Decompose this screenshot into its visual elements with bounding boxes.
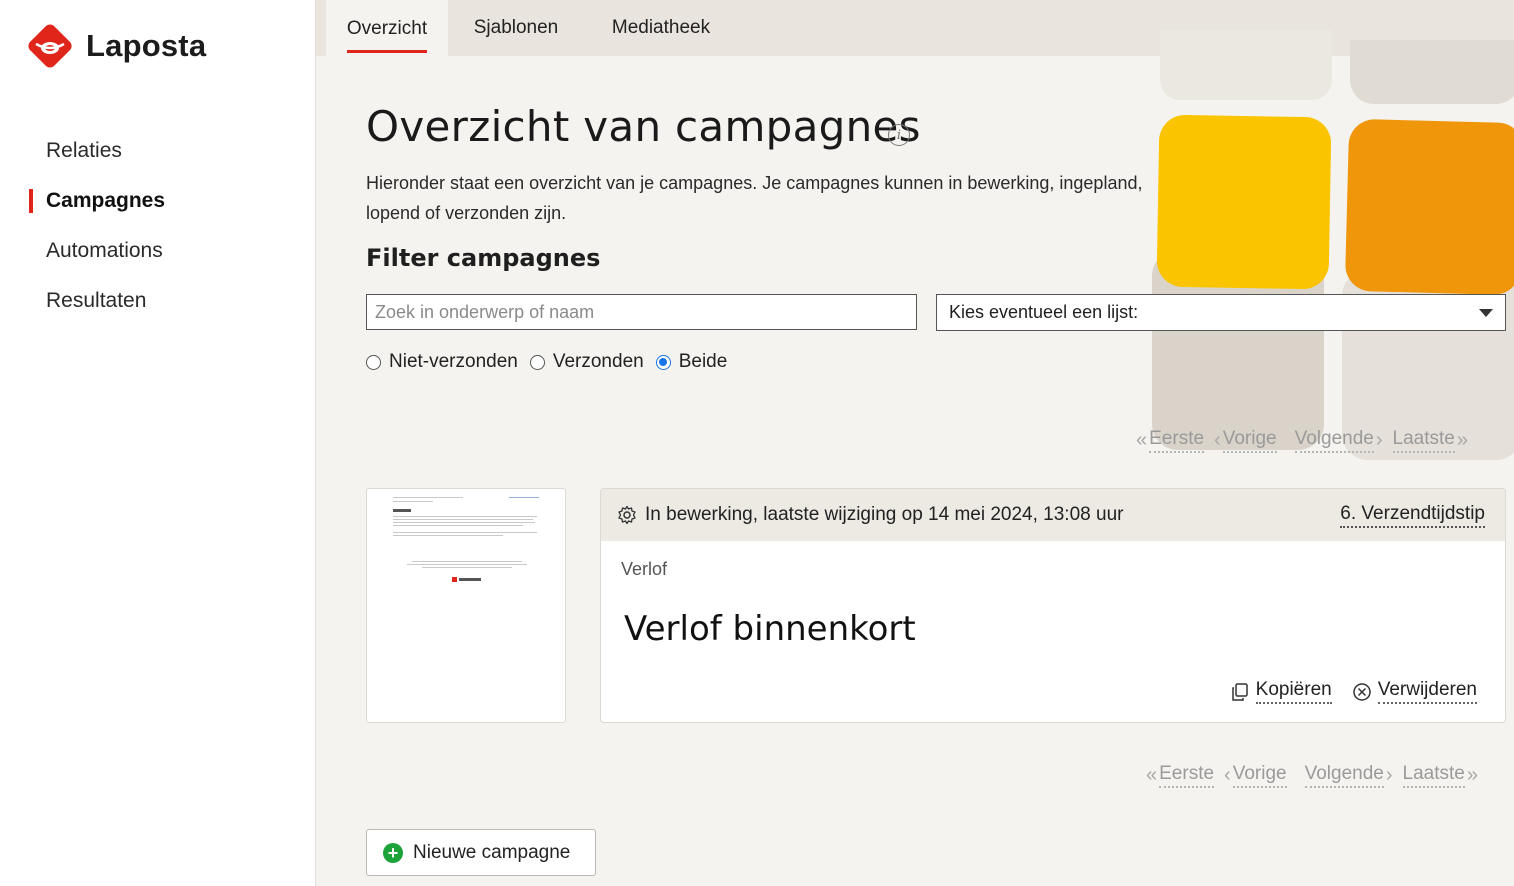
filter-title: Filter campagnes bbox=[366, 244, 601, 272]
chevron-right-icon: › bbox=[1375, 429, 1383, 451]
decor-tile-yellow bbox=[1156, 114, 1332, 290]
chevron-left-icon: ‹ bbox=[1224, 764, 1231, 786]
pager-label: Eerste bbox=[1159, 763, 1215, 788]
close-circle-icon bbox=[1352, 682, 1371, 701]
sidebar-item-relaties[interactable]: Relaties bbox=[0, 126, 316, 176]
plus-circle-icon: + bbox=[383, 842, 403, 863]
page-intro: Hieronder staat een overzicht van je cam… bbox=[366, 173, 1143, 223]
pager-label: Laatste bbox=[1392, 428, 1455, 453]
tab-sjablonen[interactable]: Sjablonen bbox=[456, 0, 576, 56]
pager-label: Volgende bbox=[1304, 763, 1384, 788]
sidebar-nav: Relaties Campagnes Automations Resultate… bbox=[0, 126, 316, 326]
campaign-card-header: In bewerking, laatste wijziging op 14 me… bbox=[601, 489, 1505, 541]
sidebar-item-campagnes[interactable]: Campagnes bbox=[0, 176, 316, 226]
step-link[interactable]: 6. Verzendtijdstip bbox=[1340, 503, 1485, 528]
pager-prev[interactable]: ‹ Vorige bbox=[1222, 763, 1287, 788]
delete-button[interactable]: Verwijderen bbox=[1352, 679, 1477, 704]
campaign-actions: Kopiëren Verwijderen bbox=[1210, 679, 1477, 704]
tab-mediatheek[interactable]: Mediatheek bbox=[598, 0, 724, 56]
pager-label: Vorige bbox=[1232, 763, 1287, 788]
sidebar-item-label: Relaties bbox=[46, 139, 122, 162]
radio-label: Beide bbox=[678, 351, 728, 372]
radio-label: Niet-verzonden bbox=[389, 351, 518, 372]
sidebar-item-label: Automations bbox=[46, 239, 163, 262]
pager-label: Laatste bbox=[1402, 763, 1465, 788]
campaign-name: Verlof bbox=[621, 559, 668, 579]
sidebar: Laposta Relaties Campagnes Automations R… bbox=[0, 0, 316, 886]
radio-niet-verzonden[interactable]: Niet-verzonden bbox=[366, 351, 518, 373]
pager-first[interactable]: «Eerste bbox=[1144, 763, 1215, 788]
radio-button[interactable] bbox=[529, 354, 545, 370]
status-radio-group: Niet-verzonden Verzonden Beide bbox=[366, 351, 739, 373]
pager-label: Volgende bbox=[1294, 428, 1374, 453]
list-select-value: Kies eventueel een lijst: bbox=[949, 302, 1139, 322]
double-chevron-right-icon: » bbox=[1466, 764, 1478, 786]
pager-last[interactable]: Laatste» bbox=[1392, 428, 1470, 453]
laposta-logo[interactable]: Laposta bbox=[24, 20, 206, 72]
pagination-top: «Eerste ‹ Vorige Volgende › Laatste» bbox=[1126, 428, 1470, 453]
double-chevron-left-icon: « bbox=[1136, 429, 1148, 451]
decor-tile bbox=[1160, 30, 1332, 100]
campaign-thumbnail[interactable] bbox=[366, 488, 566, 723]
pager-next[interactable]: Volgende › bbox=[1294, 428, 1385, 453]
new-campaign-label: Nieuwe campagne bbox=[413, 841, 571, 863]
sidebar-item-automations[interactable]: Automations bbox=[0, 226, 316, 276]
tab-overzicht[interactable]: Overzicht bbox=[326, 0, 448, 56]
chevron-down-icon bbox=[1479, 308, 1493, 317]
list-select[interactable]: Kies eventueel een lijst: bbox=[936, 294, 1506, 331]
chevron-left-icon: ‹ bbox=[1214, 429, 1221, 451]
new-campaign-button[interactable]: + Nieuwe campagne bbox=[366, 829, 596, 876]
pager-next[interactable]: Volgende › bbox=[1304, 763, 1395, 788]
tab-label: Mediatheek bbox=[611, 17, 711, 38]
radio-beide[interactable]: Beide bbox=[655, 351, 728, 373]
copy-label: Kopiëren bbox=[1255, 679, 1332, 704]
pager-prev[interactable]: ‹ Vorige bbox=[1212, 428, 1277, 453]
tab-label: Sjablonen bbox=[473, 17, 559, 38]
radio-label: Verzonden bbox=[552, 351, 644, 372]
sidebar-item-label: Campagnes bbox=[46, 189, 166, 212]
top-tabs: Overzicht Sjablonen Mediatheek bbox=[316, 0, 1514, 56]
radio-button[interactable] bbox=[655, 354, 671, 370]
page-title: Overzicht van campagnes bbox=[366, 102, 921, 151]
campaign-card: In bewerking, laatste wijziging op 14 me… bbox=[600, 488, 1506, 723]
search-input[interactable] bbox=[366, 294, 917, 330]
double-chevron-right-icon: » bbox=[1456, 429, 1468, 451]
chevron-right-icon: › bbox=[1385, 764, 1393, 786]
decor-tile bbox=[1350, 40, 1514, 104]
sidebar-item-label: Resultaten bbox=[46, 289, 147, 312]
logo-mark-icon bbox=[24, 20, 76, 72]
pager-last[interactable]: Laatste» bbox=[1402, 763, 1480, 788]
info-icon[interactable]: i bbox=[888, 124, 910, 146]
double-chevron-left-icon: « bbox=[1146, 764, 1158, 786]
logo-text: Laposta bbox=[86, 28, 207, 63]
gear-icon bbox=[618, 505, 636, 525]
campaign-subject[interactable]: Verlof binnenkort bbox=[624, 609, 916, 649]
delete-label: Verwijderen bbox=[1377, 679, 1477, 704]
radio-verzonden[interactable]: Verzonden bbox=[529, 351, 644, 373]
pagination-bottom: «Eerste ‹ Vorige Volgende › Laatste» bbox=[1136, 763, 1480, 788]
copy-button[interactable]: Kopiëren bbox=[1230, 679, 1332, 704]
pager-label: Eerste bbox=[1149, 428, 1205, 453]
campaign-status: In bewerking, laatste wijziging op 14 me… bbox=[617, 504, 1123, 526]
copy-icon bbox=[1231, 682, 1248, 701]
pager-first[interactable]: «Eerste bbox=[1134, 428, 1205, 453]
campaign-status-text: In bewerking, laatste wijziging op 14 me… bbox=[645, 504, 1124, 525]
decor-tile-orange bbox=[1344, 118, 1514, 296]
pager-label: Vorige bbox=[1222, 428, 1277, 453]
sidebar-item-resultaten[interactable]: Resultaten bbox=[0, 276, 316, 326]
tab-label: Overzicht bbox=[346, 4, 428, 53]
radio-button[interactable] bbox=[366, 354, 381, 370]
